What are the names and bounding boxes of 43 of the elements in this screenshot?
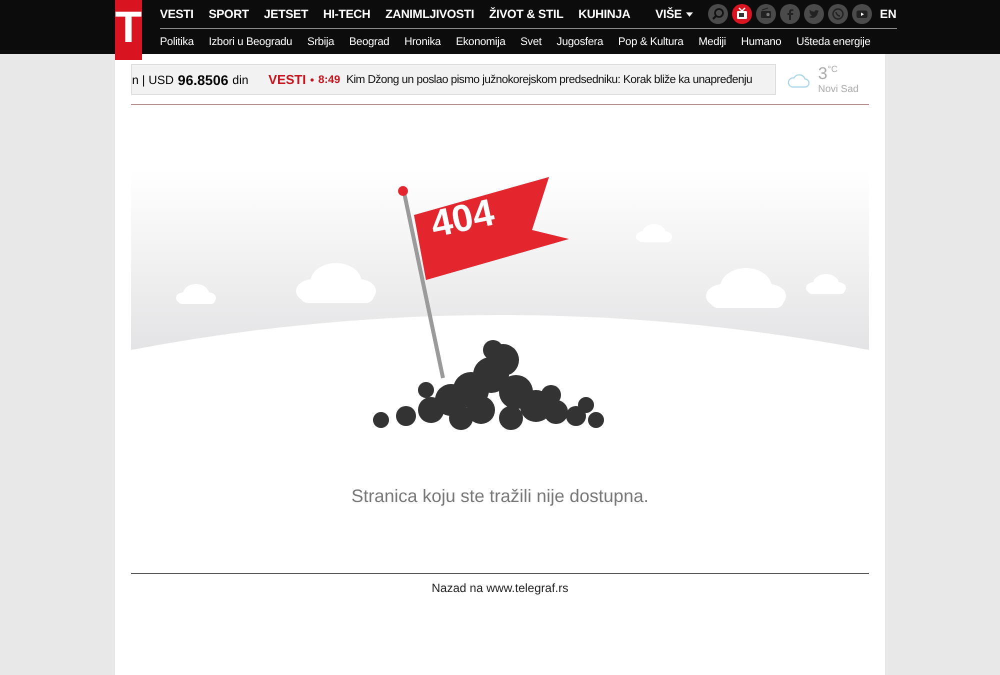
nav-link[interactable]: KUHINJA xyxy=(578,7,630,21)
nav-link[interactable]: ZANIMLJIVOSTI xyxy=(385,7,474,21)
nav-link[interactable]: Srbija xyxy=(307,36,334,48)
temperature: 3 xyxy=(818,64,828,83)
cloud-icon xyxy=(786,72,810,88)
nav-link[interactable]: Izbori u Beogradu xyxy=(208,36,292,48)
language-link[interactable]: EN xyxy=(880,7,897,21)
nav-link[interactable]: SPORT xyxy=(208,7,249,21)
radio-icon[interactable] xyxy=(756,4,776,24)
nav-link[interactable]: Pop & Kultura xyxy=(618,36,684,48)
nav-link[interactable]: Ekonomija xyxy=(456,36,506,48)
back-link[interactable]: Nazad na www.telegraf.rs xyxy=(432,581,568,595)
tv-icon[interactable] xyxy=(732,4,752,24)
exchange-rate: 96.8506 xyxy=(178,72,228,88)
news-time: 8:49 xyxy=(318,74,340,86)
nav-link[interactable]: Politika xyxy=(160,36,194,48)
nav-link[interactable]: Mediji xyxy=(698,36,726,48)
city-name: Novi Sad xyxy=(818,84,859,95)
caret-icon xyxy=(686,12,693,16)
twitter-icon[interactable] xyxy=(804,4,824,24)
nav-link[interactable]: ŽIVOT & STIL xyxy=(489,7,564,21)
currency-unit: din xyxy=(232,72,248,86)
nav-link[interactable]: Hronika xyxy=(404,36,441,48)
site-logo[interactable]: T xyxy=(115,0,142,60)
nav-link[interactable]: JETSET xyxy=(264,7,308,21)
nav-link[interactable]: Jugosfera xyxy=(556,36,604,48)
currency-label: n | USD xyxy=(132,72,174,86)
youtube-icon[interactable] xyxy=(852,4,872,24)
nav-link[interactable]: HI-TECH xyxy=(323,7,370,21)
nav-link[interactable]: VESTI xyxy=(160,7,194,21)
nav-link[interactable]: VIŠE xyxy=(655,7,693,21)
temperature-unit: °C xyxy=(827,64,838,74)
flag-label: 404 xyxy=(427,192,498,248)
bullet: • xyxy=(310,72,314,86)
headline-link[interactable]: Kim Džong un poslao pismo južnokorejskom predsedniku: Korak bliže ka unapređenju xyxy=(346,74,752,86)
facebook-icon[interactable] xyxy=(780,4,800,24)
section-label: VESTI xyxy=(268,72,306,87)
nav-link[interactable]: Svet xyxy=(520,36,542,48)
nav-link[interactable]: Humano xyxy=(740,36,782,48)
viber-icon[interactable] xyxy=(828,4,848,24)
error-message: Stranica koju ste tražili nije dostupna. xyxy=(350,486,650,507)
nav-link[interactable]: Ušteda energije xyxy=(796,36,870,48)
nav-link[interactable]: Beograd xyxy=(349,36,390,48)
